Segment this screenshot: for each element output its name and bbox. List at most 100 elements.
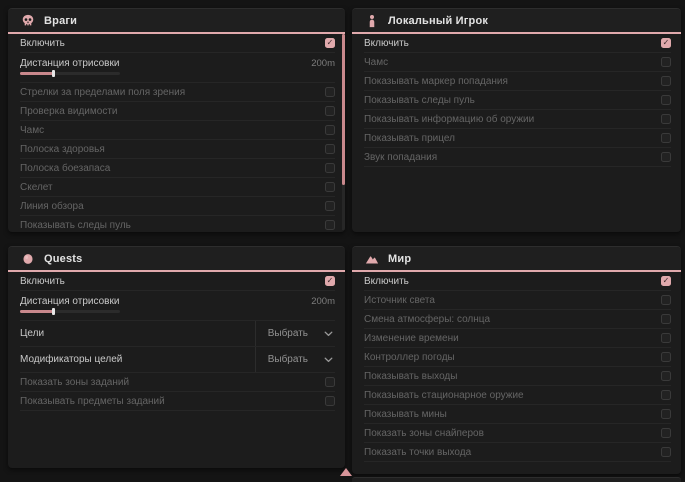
checkbox[interactable] <box>661 57 671 67</box>
checkbox[interactable] <box>325 201 335 211</box>
row-slider: Дистанция отрисовки200m <box>20 53 335 83</box>
panel-body: Включить✓Дистанция отрисовки200m Стрелки … <box>8 34 345 230</box>
checkbox[interactable] <box>661 371 671 381</box>
checkbox[interactable] <box>325 163 335 173</box>
panel-header: Враги <box>8 9 345 34</box>
checkbox[interactable] <box>661 314 671 324</box>
row-toggle[interactable]: Полоска боезапаса <box>20 159 335 178</box>
row-toggle[interactable]: Показывать информацию об оружии <box>364 110 671 129</box>
row-toggle[interactable]: Стрелки за пределами поля зрения <box>20 83 335 102</box>
checkbox[interactable] <box>325 377 335 387</box>
row-label: Чамс <box>20 125 44 136</box>
row-toggle[interactable]: Полоска здоровья <box>20 140 335 159</box>
checkbox[interactable] <box>325 87 335 97</box>
row-select[interactable]: Цели Выбрать <box>20 321 335 347</box>
row-toggle[interactable]: Показывать маркер попадания <box>364 72 671 91</box>
row-toggle[interactable]: Контроллер погоды <box>364 348 671 367</box>
checkbox[interactable] <box>325 182 335 192</box>
scrollbar-thumb[interactable] <box>342 34 345 185</box>
row-select[interactable]: Модификаторы целей Выбрать <box>20 347 335 373</box>
row-label: Показывать следы пуль <box>364 95 475 106</box>
cursor-pointer <box>340 468 352 476</box>
select-dropdown[interactable]: Выбрать <box>255 347 335 372</box>
row-label: Контроллер погоды <box>364 352 455 363</box>
row-label: Цели <box>20 328 44 339</box>
row-label: Чамс <box>364 57 388 68</box>
row-toggle[interactable]: Изменение времени <box>364 329 671 348</box>
checkbox[interactable] <box>325 220 335 230</box>
checkbox[interactable] <box>661 390 671 400</box>
row-toggle[interactable]: Показывать следы пуль <box>364 91 671 110</box>
row-toggle[interactable]: Показывать следы пуль <box>20 216 335 232</box>
row-label: Показать зоны заданий <box>20 377 129 388</box>
checkbox[interactable] <box>325 396 335 406</box>
row-label: Показывать следы пуль <box>20 220 131 231</box>
row-toggle[interactable]: Показывать прицел <box>364 129 671 148</box>
checkbox[interactable] <box>325 106 335 116</box>
row-toggle[interactable]: Показывать предметы заданий <box>20 392 335 411</box>
panel-title: Мир <box>388 253 411 265</box>
row-label: Стрелки за пределами поля зрения <box>20 87 185 98</box>
panel-local-player: Локальный ИгрокВключить✓ЧамсПоказывать м… <box>352 8 681 232</box>
row-label: Модификаторы целей <box>20 354 122 365</box>
row-label: Показывать предметы заданий <box>20 396 165 407</box>
row-toggle[interactable]: Скелет <box>20 178 335 197</box>
row-toggle[interactable]: Смена атмосферы: солнца <box>364 310 671 329</box>
person-icon <box>365 14 379 28</box>
checkbox[interactable] <box>661 76 671 86</box>
checkmark-icon: ✓ <box>327 39 334 47</box>
row-toggle[interactable]: Включить✓ <box>364 34 671 53</box>
slider-handle[interactable] <box>52 70 55 77</box>
checkbox[interactable] <box>661 295 671 305</box>
checkbox[interactable] <box>661 428 671 438</box>
row-toggle[interactable]: Звук попадания <box>364 148 671 167</box>
select-value: Выбрать <box>268 328 308 339</box>
row-toggle[interactable]: Включить✓ <box>20 34 335 53</box>
checkbox[interactable] <box>661 152 671 162</box>
panel-title: Quests <box>44 253 83 265</box>
row-toggle[interactable]: Чамс <box>20 121 335 140</box>
checkbox[interactable] <box>661 352 671 362</box>
checkbox[interactable] <box>661 133 671 143</box>
scrollbar[interactable] <box>342 34 345 230</box>
row-label: Изменение времени <box>364 333 459 344</box>
checkbox[interactable] <box>661 95 671 105</box>
checkbox[interactable] <box>661 409 671 419</box>
row-label: Показывать мины <box>364 409 447 420</box>
skull-icon <box>21 14 35 28</box>
row-label: Показывать информацию об оружии <box>364 114 534 125</box>
row-toggle[interactable]: Линия обзора <box>20 197 335 216</box>
panel-body: Включить✓ Источник света Смена атмосферы: … <box>352 272 681 472</box>
checkbox[interactable] <box>661 447 671 457</box>
checkbox[interactable] <box>325 144 335 154</box>
row-toggle[interactable]: Чамс <box>364 53 671 72</box>
chevron-down-icon <box>324 331 333 337</box>
row-toggle[interactable]: Показать зоны снайперов <box>364 424 671 443</box>
row-label: Дистанция отрисовки <box>20 296 119 307</box>
row-label: Источник света <box>364 295 435 306</box>
row-toggle[interactable]: Включить✓ <box>364 272 671 291</box>
row-toggle[interactable]: Включить✓ <box>20 272 335 291</box>
row-label: Линия обзора <box>20 201 84 212</box>
row-toggle[interactable]: Показывать выходы <box>364 367 671 386</box>
checkbox[interactable]: ✓ <box>325 38 335 48</box>
checkbox[interactable] <box>661 333 671 343</box>
slider-handle[interactable] <box>52 308 55 315</box>
row-toggle[interactable]: Показывать стационарное оружие <box>364 386 671 405</box>
row-toggle[interactable]: Проверка видимости <box>20 102 335 121</box>
row-toggle[interactable]: Показывать мины <box>364 405 671 424</box>
checkbox[interactable] <box>661 114 671 124</box>
row-toggle[interactable]: Источник света <box>364 291 671 310</box>
row-label: Проверка видимости <box>20 106 118 117</box>
select-value: Выбрать <box>268 354 308 365</box>
row-toggle[interactable]: Показать зоны заданий <box>20 373 335 392</box>
checkbox[interactable]: ✓ <box>661 276 671 286</box>
slider-fill <box>20 72 53 75</box>
slider-track[interactable] <box>20 310 120 313</box>
row-toggle[interactable]: Показать точки выхода <box>364 443 671 462</box>
checkbox[interactable] <box>325 125 335 135</box>
select-dropdown[interactable]: Выбрать <box>255 321 335 346</box>
slider-track[interactable] <box>20 72 120 75</box>
checkbox[interactable]: ✓ <box>325 276 335 286</box>
checkbox[interactable]: ✓ <box>661 38 671 48</box>
